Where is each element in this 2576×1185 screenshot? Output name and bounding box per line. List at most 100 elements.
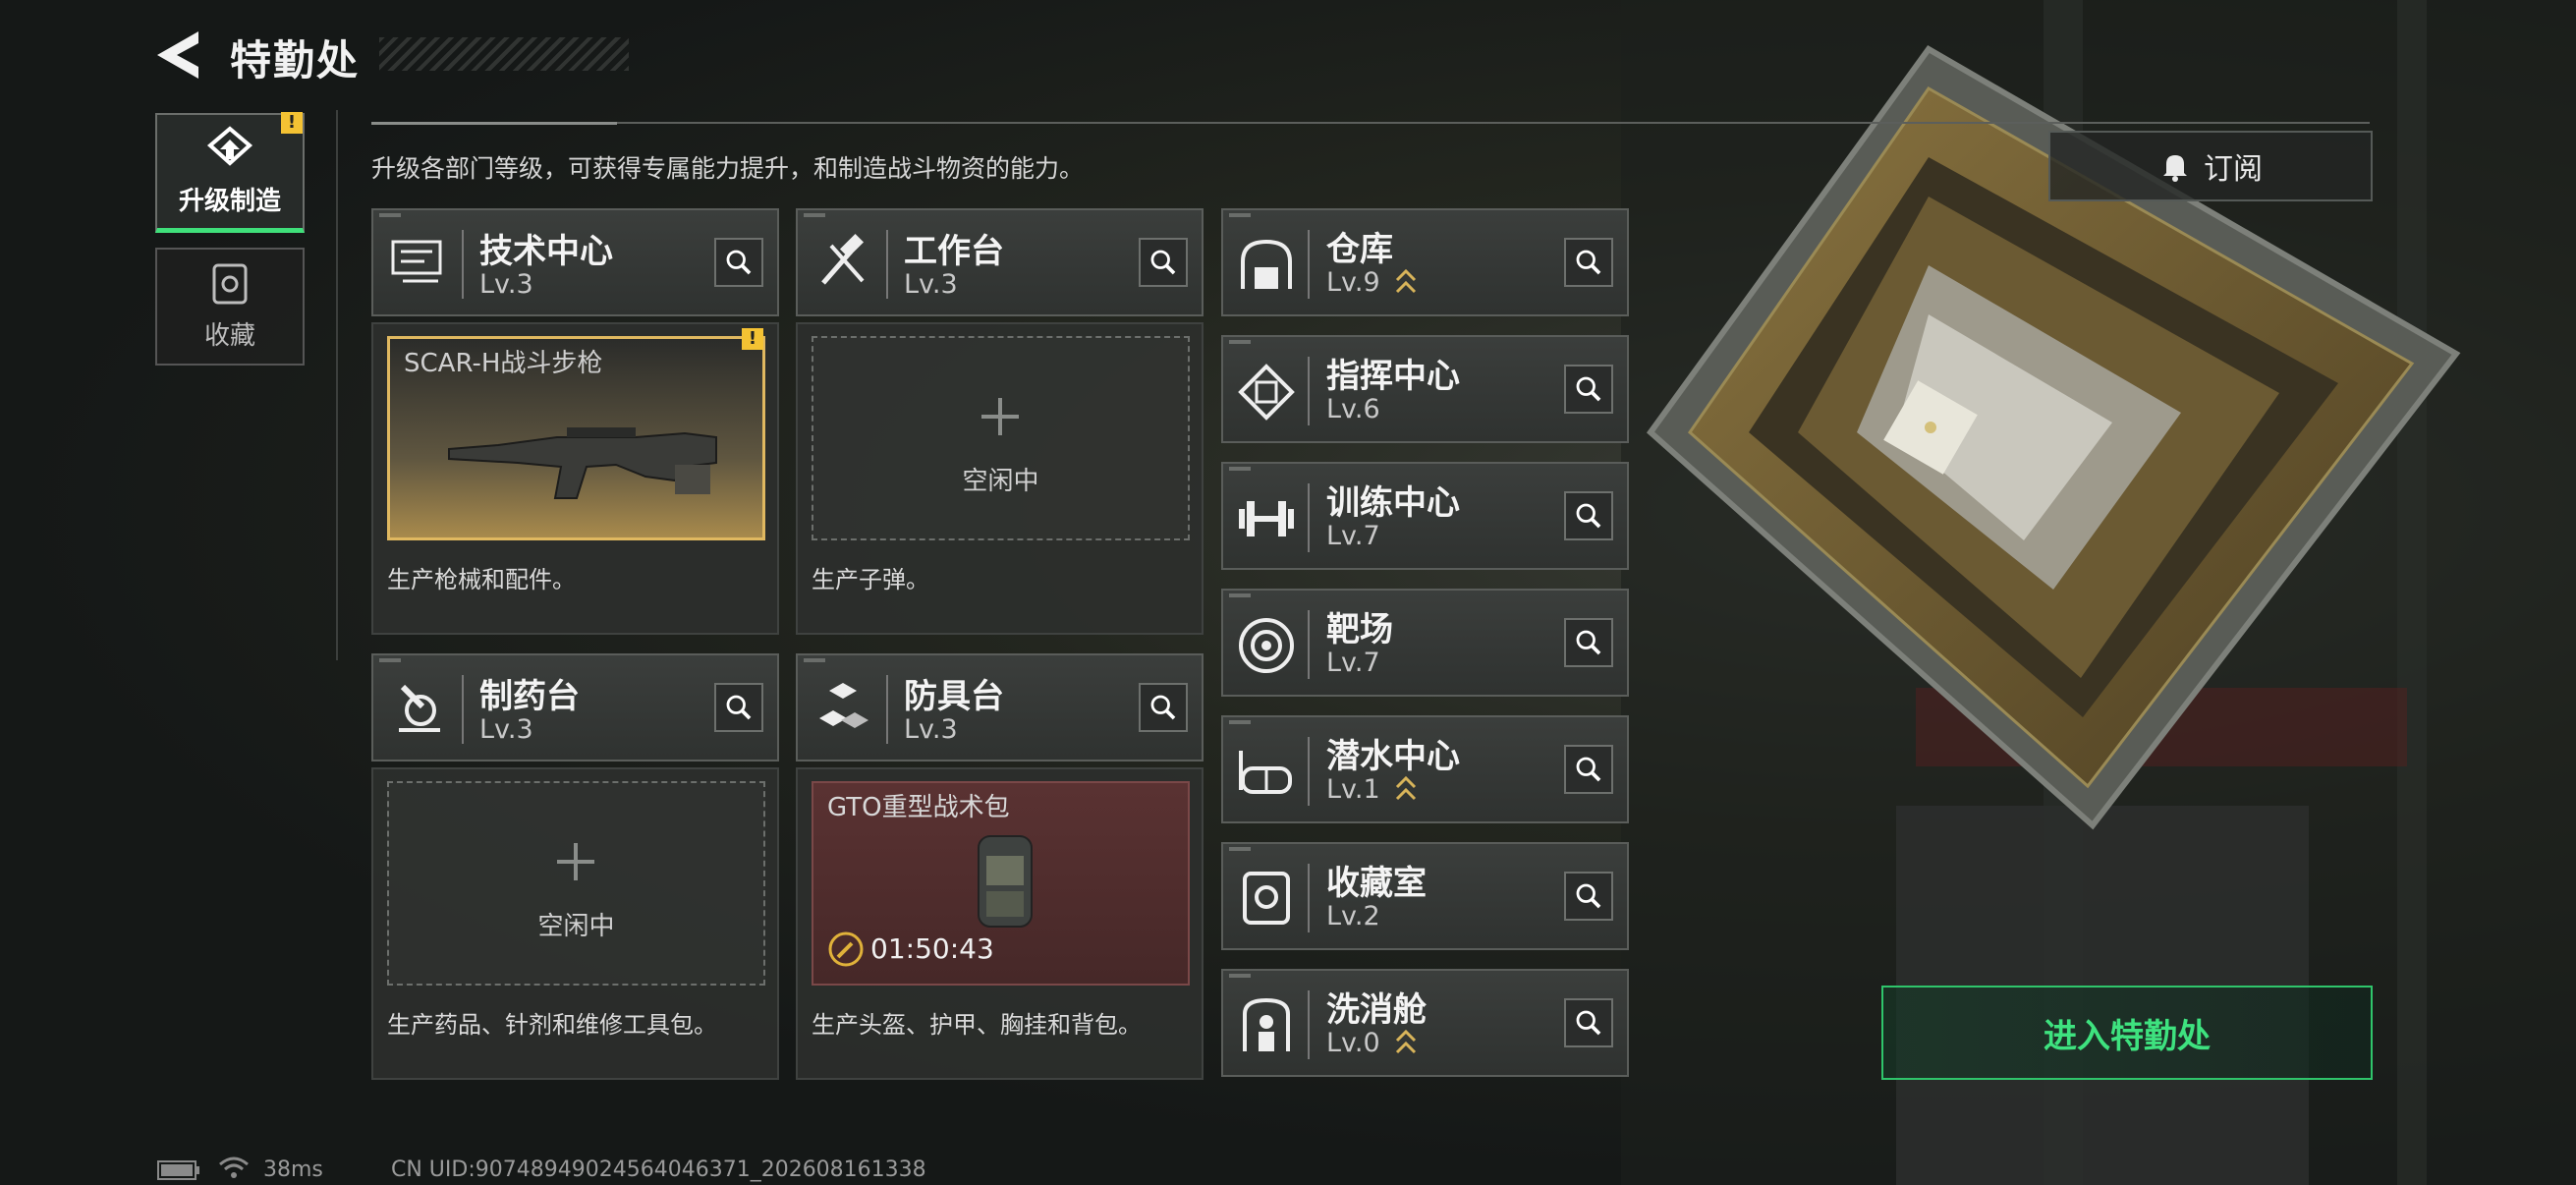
warehouse-icon (1241, 239, 1292, 289)
backpack-image (978, 835, 1033, 928)
facility-level: Lv.7 (1326, 648, 1380, 678)
corner-mark (379, 213, 401, 217)
header-separator (886, 230, 888, 299)
facility-level: Lv.3 (904, 714, 958, 745)
corner-mark (379, 658, 401, 662)
production-slot[interactable]: 空闲中 (387, 781, 765, 986)
facility-warehouse[interactable]: 仓库 Lv.9 (1221, 208, 1629, 316)
tab-label: 收藏 (203, 320, 255, 351)
bell-icon (2163, 155, 2187, 182)
search-icon[interactable] (1564, 998, 1613, 1047)
ping-readout: 38ms (263, 1157, 323, 1182)
facility-level: Lv.3 (479, 269, 533, 300)
slot-alert-badge: ! (742, 328, 763, 350)
facility-name: 防具台 (904, 677, 1004, 716)
upgrade-craft-icon (206, 126, 253, 166)
facility-name: 技术中心 (479, 232, 613, 271)
alert-badge: ! (281, 112, 303, 134)
plus-icon (981, 398, 1019, 435)
corner-mark (1229, 720, 1251, 724)
card-armor-bench-header[interactable]: 防具台 Lv.3 (796, 653, 1204, 762)
facility-level: Lv.1 (1326, 774, 1380, 805)
search-icon[interactable] (1564, 872, 1613, 921)
search-icon[interactable] (1564, 365, 1613, 414)
facility-description: 生产子弹。 (812, 566, 929, 593)
facility-command-center[interactable]: 指挥中心 Lv.6 (1221, 335, 1629, 443)
upgrade-arrow-icon (1395, 775, 1417, 801)
vault-icon (1243, 872, 1290, 925)
slot-item-name: SCAR-H战斗步枪 (404, 349, 603, 378)
slot-status: 空闲中 (537, 912, 615, 941)
slot-status: 空闲中 (962, 467, 1039, 496)
timer-wrench-icon (828, 931, 864, 967)
facility-level: Lv.0 (1326, 1028, 1380, 1058)
corner-mark (1229, 974, 1251, 978)
header-divider-accent (371, 122, 617, 125)
separator (1308, 230, 1310, 299)
diving-mask-icon (1239, 751, 1292, 794)
card-tech-center-header[interactable]: 技术中心 Lv.3 (371, 208, 779, 316)
facility-diving-center[interactable]: 潜水中心 Lv.1 (1221, 715, 1629, 823)
search-icon[interactable] (1564, 238, 1613, 287)
search-icon[interactable] (1564, 491, 1613, 540)
corner-mark (1229, 467, 1251, 471)
header-separator (462, 675, 464, 744)
search-icon[interactable] (714, 683, 763, 732)
facility-name: 指挥中心 (1326, 357, 1460, 396)
search-icon[interactable] (1139, 683, 1188, 732)
separator (1308, 610, 1310, 679)
production-timer: 01:50:43 (870, 932, 994, 965)
separator (1308, 864, 1310, 932)
search-icon[interactable] (1564, 745, 1613, 794)
title-decoration (379, 37, 629, 71)
slot-item-name: GTO重型战术包 (827, 793, 1010, 822)
page-subtitle: 升级各部门等级，可获得专属能力提升，和制造战斗物资的能力。 (371, 154, 1085, 183)
hammer-wrench-icon (821, 233, 865, 285)
corner-mark (804, 213, 825, 217)
header-separator (462, 230, 464, 299)
facility-name: 靶场 (1326, 610, 1393, 649)
separator (1308, 737, 1310, 806)
production-slot[interactable]: GTO重型战术包 01:50:43 (812, 781, 1190, 986)
facility-shooting-range[interactable]: 靶场 Lv.7 (1221, 589, 1629, 697)
facility-description: 生产药品、针剂和维修工具包。 (387, 1011, 717, 1039)
plus-icon (557, 843, 594, 880)
facility-training-center[interactable]: 训练中心 Lv.7 (1221, 462, 1629, 570)
side-divider (336, 110, 338, 660)
facility-name: 收藏室 (1326, 864, 1427, 903)
search-icon[interactable] (1139, 238, 1188, 287)
subscribe-label: 订阅 (2204, 152, 2263, 187)
card-workbench-body: 空闲中 生产子弹。 (796, 322, 1204, 635)
card-workbench-header[interactable]: 工作台 Lv.3 (796, 208, 1204, 316)
user-uid: CN UID:90748949024564046371_202608161338 (391, 1157, 926, 1182)
facility-level: Lv.3 (479, 714, 533, 745)
collection-icon (212, 263, 248, 304)
subscribe-button[interactable]: 订阅 (2048, 131, 2373, 201)
enter-button-label: 进入特勤处 (2044, 1016, 2211, 1056)
facility-level: Lv.9 (1326, 267, 1380, 298)
back-arrow-icon[interactable] (155, 29, 200, 81)
tab-collection[interactable]: 收藏 (155, 248, 305, 366)
facility-collection-room[interactable]: 收藏室 Lv.2 (1221, 842, 1629, 950)
production-slot[interactable]: 空闲中 (812, 336, 1190, 540)
corner-mark (804, 658, 825, 662)
decontamination-icon (1243, 997, 1290, 1051)
production-slot[interactable]: SCAR-H战斗步枪 (387, 336, 765, 540)
facility-decontamination-pod[interactable]: 洗消舱 Lv.0 (1221, 969, 1629, 1077)
search-icon[interactable] (1564, 618, 1613, 667)
facility-name: 仓库 (1326, 230, 1393, 269)
dumbbell-icon (1239, 501, 1294, 536)
tech-center-icon (391, 240, 442, 283)
search-icon[interactable] (714, 238, 763, 287)
facility-name: 工作台 (904, 232, 1004, 271)
facility-level: Lv.2 (1326, 901, 1380, 931)
facility-level: Lv.7 (1326, 521, 1380, 551)
facility-level: Lv.6 (1326, 394, 1380, 424)
card-pharmacy-header[interactable]: 制药台 Lv.3 (371, 653, 779, 762)
upgrade-arrow-icon (1395, 1029, 1417, 1054)
card-pharmacy-body: 空闲中 生产药品、针剂和维修工具包。 (371, 767, 779, 1080)
separator (1308, 357, 1310, 425)
target-icon (1239, 618, 1294, 673)
corner-mark (1229, 847, 1251, 851)
enter-special-ops-button[interactable]: 进入特勤处 (1881, 986, 2373, 1080)
